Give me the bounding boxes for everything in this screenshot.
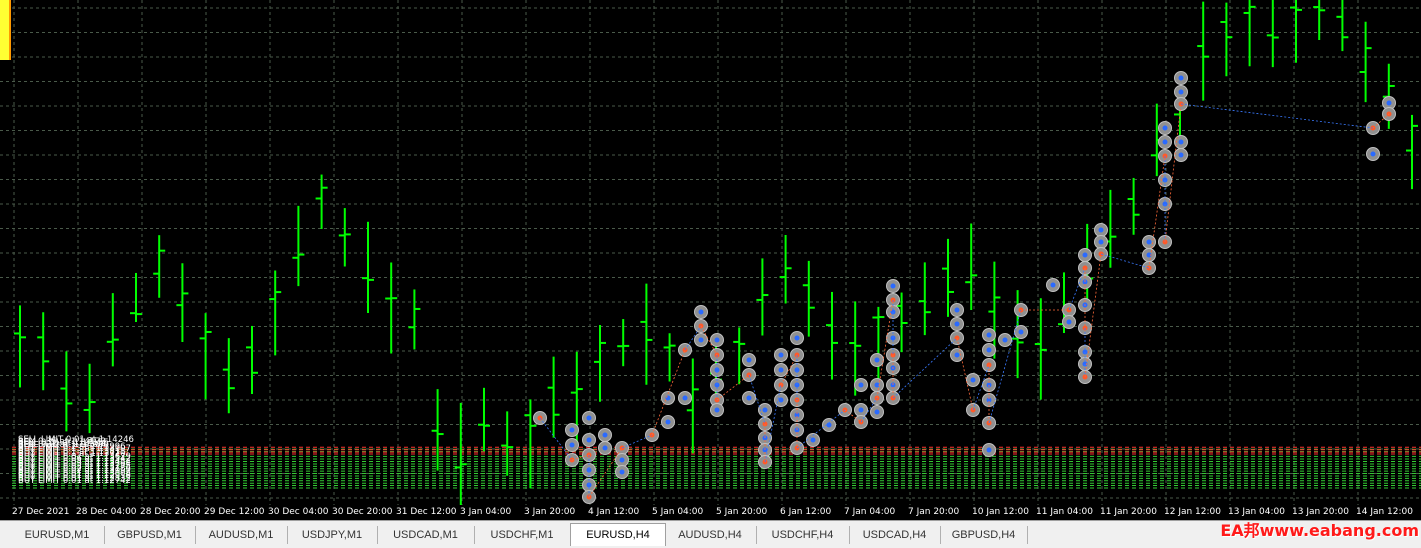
x-tick-label: 10 Jan 12:00 [972, 507, 1029, 517]
x-tick-label: 3 Jan 04:00 [460, 507, 512, 517]
trade-marker-dot [1082, 252, 1088, 258]
x-tick-label: 5 Jan 20:00 [716, 507, 768, 517]
x-tick-label: 13 Jan 20:00 [1292, 507, 1349, 517]
trade-marker-dot [778, 397, 784, 403]
trade-marker-dot [986, 347, 992, 353]
trade-marker-dot [826, 422, 832, 428]
trade-marker-dot [762, 407, 768, 413]
trade-marker-dot [698, 337, 704, 343]
tab-usdcad-h4[interactable]: USDCAD,H4 [849, 526, 941, 544]
trade-marker-dot [1018, 329, 1024, 335]
tab-eurusd-h4[interactable]: EURUSD,H4 [570, 523, 666, 546]
tab-usdchf-h4[interactable]: USDCHF,H4 [756, 526, 850, 544]
tab-usdchf-m1[interactable]: USDCHF,M1 [474, 526, 571, 544]
tab-gbpusd-m1[interactable]: GBPUSD,M1 [104, 526, 196, 544]
tab-audusd-m1[interactable]: AUDUSD,M1 [195, 526, 288, 544]
trade-marker-dot [1178, 152, 1184, 158]
trade-marker-dot [1386, 100, 1392, 106]
x-tick-label: 6 Jan 12:00 [780, 507, 832, 517]
tab-eurusd-m1[interactable]: EURUSD,M1 [10, 526, 105, 544]
trade-marker-dot [682, 395, 688, 401]
trade-marker-dot [1146, 239, 1152, 245]
price-chart[interactable]: SELL LIMIT 0.01 at 1.14246 BUY 0.35 at 1.… [0, 0, 1421, 505]
chart-tabs-bar: EURUSD,M1 GBPUSD,M1 AUDUSD,M1 USDJPY,M1 USDC… [0, 520, 1421, 548]
trade-marker-dot [619, 469, 625, 475]
trade-marker-dot [794, 335, 800, 341]
trade-marker-dot [778, 367, 784, 373]
trade-marker-dot [1370, 151, 1376, 157]
x-tick-label: 3 Jan 20:00 [524, 507, 576, 517]
trade-marker-dot [586, 437, 592, 443]
trade-marker-dot [1162, 139, 1168, 145]
trade-marker-dot [1098, 227, 1104, 233]
trade-marker-dot [619, 457, 625, 463]
x-tick-label: 11 Jan 04:00 [1036, 507, 1093, 517]
trade-marker-dot [954, 321, 960, 327]
tab-usdjpy-m1[interactable]: USDJPY,M1 [287, 526, 378, 544]
trade-marker-dot [890, 283, 896, 289]
trade-marker-dot [665, 419, 671, 425]
trade-marker-dot [665, 395, 671, 401]
trade-marker-dot [1050, 282, 1056, 288]
trade-marker-dot [970, 377, 976, 383]
trade-marker-dot [746, 357, 752, 363]
x-tick-label: 4 Jan 12:00 [588, 507, 640, 517]
trade-marker-dot [810, 437, 816, 443]
trade-marker-dot [1178, 75, 1184, 81]
x-tick-label: 28 Dec 04:00 [76, 507, 137, 517]
x-tick-label: 13 Jan 04:00 [1228, 507, 1285, 517]
trade-marker-dot [986, 332, 992, 338]
trade-marker-dot [586, 415, 592, 421]
trade-marker-dot [954, 307, 960, 313]
x-tick-label: 31 Dec 12:00 [396, 507, 457, 517]
x-tick-label: 12 Jan 12:00 [1164, 507, 1221, 517]
trade-marker-dot [698, 309, 704, 315]
trade-marker-dot [778, 352, 784, 358]
tab-usdcad-m1[interactable]: USDCAD,M1 [377, 526, 475, 544]
trade-marker-dot [569, 427, 575, 433]
trade-marker-dot [1066, 319, 1072, 325]
trade-marker-dot [954, 352, 960, 358]
watermark: EA邦www.eabang.com [1220, 521, 1419, 540]
trade-marker-dot [746, 395, 752, 401]
trade-marker-dot [858, 407, 864, 413]
x-tick-label: 30 Dec 20:00 [332, 507, 393, 517]
trade-marker-dot [874, 357, 880, 363]
trade-marker-dot [1002, 337, 1008, 343]
trade-marker-dot [1098, 239, 1104, 245]
x-tick-label: 28 Dec 20:00 [140, 507, 201, 517]
trade-marker-dot [1178, 139, 1184, 145]
trade-marker-dot [714, 407, 720, 413]
x-tick-label: 11 Jan 20:00 [1100, 507, 1157, 517]
x-tick-label: 7 Jan 04:00 [844, 507, 896, 517]
trade-marker-dot [1162, 125, 1168, 131]
x-tick-label: 29 Dec 12:00 [204, 507, 265, 517]
trade-marker-dot [569, 442, 575, 448]
tab-audusd-h4[interactable]: AUDUSD,H4 [664, 526, 757, 544]
trade-marker-dot [1178, 89, 1184, 95]
panel-edge [9, 0, 11, 60]
order-label[interactable]: BUY LIMIT 0.01 at 1.12742 [18, 476, 131, 486]
x-tick-label: 14 Jan 12:00 [1356, 507, 1413, 517]
trade-marker-dot [874, 409, 880, 415]
trade-marker-dot [602, 445, 608, 451]
time-axis: 27 Dec 2021 28 Dec 04:00 28 Dec 20:00 29 De… [0, 505, 1421, 520]
trade-marker-dot [986, 447, 992, 453]
chart-canvas[interactable] [0, 0, 1421, 505]
x-tick-label: 5 Jan 04:00 [652, 507, 704, 517]
trade-link [1100, 253, 1150, 269]
trade-marker-dot [602, 432, 608, 438]
trade-link [796, 409, 846, 449]
x-tick-label: 27 Dec 2021 [12, 507, 70, 517]
trade-marker-dot [858, 382, 864, 388]
x-tick-label: 30 Dec 04:00 [268, 507, 329, 517]
tab-gbpusd-h4[interactable]: GBPUSD,H4 [940, 526, 1028, 544]
x-tick-label: 7 Jan 20:00 [908, 507, 960, 517]
one-click-trading-panel[interactable] [0, 0, 9, 60]
trade-link [1180, 103, 1374, 129]
trade-marker-dot [714, 337, 720, 343]
